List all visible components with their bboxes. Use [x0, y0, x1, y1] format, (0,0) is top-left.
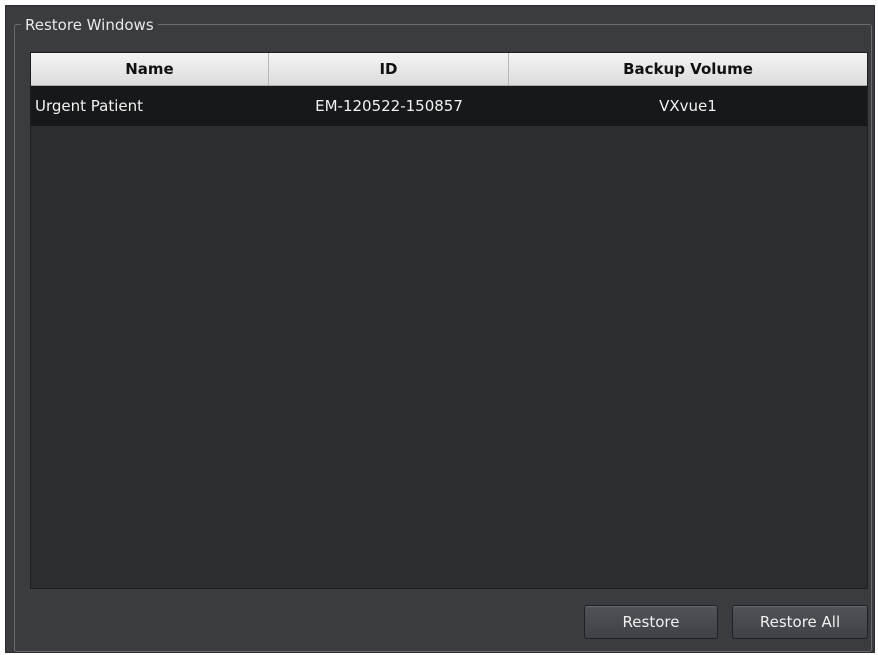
restore-windows-dialog: Restore Windows Name ID Backup Volume Ur…	[5, 5, 875, 653]
restore-button[interactable]: Restore	[584, 605, 718, 639]
restore-table: Name ID Backup Volume Urgent Patient EM-…	[30, 52, 868, 589]
cell-backup-volume: VXvue1	[659, 97, 717, 115]
table-row[interactable]: Urgent Patient EM-120522-150857 VXvue1	[31, 86, 867, 126]
cell-name: Urgent Patient	[35, 97, 144, 115]
column-header-name[interactable]: Name	[31, 53, 269, 85]
cell-id: EM-120522-150857	[315, 97, 463, 115]
column-header-id[interactable]: ID	[269, 53, 509, 85]
group-title: Restore Windows	[21, 16, 158, 34]
restore-all-button[interactable]: Restore All	[732, 605, 868, 639]
table-header: Name ID Backup Volume	[31, 53, 867, 86]
column-header-backup-volume[interactable]: Backup Volume	[509, 53, 867, 85]
